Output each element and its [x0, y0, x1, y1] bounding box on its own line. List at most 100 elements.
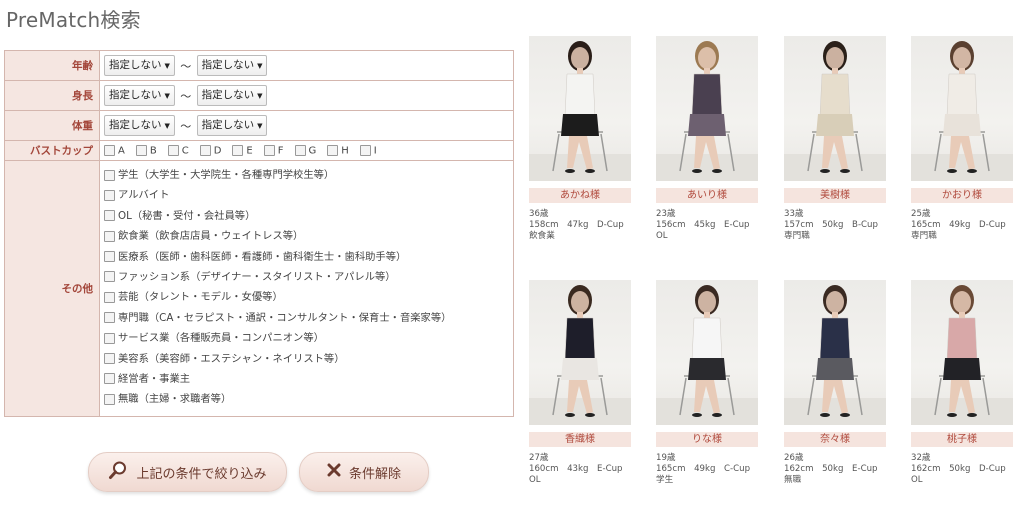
profile-job: 専門職	[911, 231, 937, 241]
profile-name[interactable]: かおり様	[911, 188, 1013, 203]
bust-label: バストカップ	[4, 140, 100, 161]
bust-option[interactable]: E	[232, 144, 253, 156]
checkbox[interactable]	[104, 144, 115, 156]
filter-search-button[interactable]: 上記の条件で絞り込み	[88, 452, 287, 492]
profile-card[interactable]: かおり様 25歳 165cm 49kg D-Cup 専門職	[911, 36, 1013, 242]
checkbox[interactable]	[104, 312, 115, 324]
checkbox[interactable]	[104, 373, 115, 385]
profile-card[interactable]: あかね様 36歳 158cm 47kg D-Cup 飲食業	[529, 36, 631, 242]
profile-info: 23歳 156cm 45kg E-Cup OL	[656, 209, 758, 242]
profile-info: 19歳 165cm 49kg C-Cup 学生	[656, 453, 758, 486]
bust-option[interactable]: C	[167, 144, 189, 157]
profile-photo[interactable]	[784, 280, 886, 425]
profile-card[interactable]: 香織様 27歳 160cm 43kg E-Cup OL	[529, 280, 631, 486]
bust-option[interactable]: I	[359, 144, 377, 156]
occupation-option[interactable]: サービス業（各種販売員・コンパニオン等）	[104, 328, 509, 348]
checkbox[interactable]	[104, 291, 115, 303]
checkbox[interactable]	[135, 144, 147, 156]
checkbox[interactable]	[104, 251, 115, 263]
weight-to-select[interactable]: 指定しない ▼	[196, 115, 268, 136]
profile-stats: 160cm 43kg E-Cup	[529, 464, 623, 474]
occupation-option[interactable]: 専門職（CA・セラピスト・通訳・コンサルタント・保育士・音楽家等）	[104, 308, 509, 328]
bust-option[interactable]: H	[327, 144, 349, 156]
checkbox[interactable]	[263, 144, 275, 156]
profile-name[interactable]: りな様	[656, 432, 758, 447]
checkbox[interactable]	[104, 189, 115, 201]
profile-age: 32歳	[911, 453, 931, 463]
checkbox[interactable]	[104, 332, 115, 344]
profile-age: 26歳	[784, 453, 804, 463]
occupation-option[interactable]: アルバイト	[104, 185, 509, 205]
profile-card[interactable]: 桃子様 32歳 162cm 50kg D-Cup OL	[911, 280, 1013, 486]
profile-info: 26歳 162cm 50kg E-Cup 無職	[784, 453, 886, 486]
profile-name[interactable]: あいり様	[656, 188, 758, 203]
bust-option-label: D	[213, 145, 222, 157]
profile-card[interactable]: りな様 19歳 165cm 49kg C-Cup 学生	[656, 280, 758, 486]
bust-option-label: B	[149, 145, 157, 157]
bust-option[interactable]: B	[135, 144, 157, 157]
checkbox[interactable]	[167, 144, 179, 156]
range-separator: ～	[180, 89, 192, 103]
search-icon	[108, 460, 128, 484]
profile-card[interactable]: 奈々様 26歳 162cm 50kg E-Cup 無職	[784, 280, 886, 486]
occupation-option[interactable]: 経営者・事業主	[104, 369, 509, 389]
profile-photo[interactable]	[529, 280, 631, 425]
chevron-down-icon: ▼	[164, 62, 170, 70]
weight-row: 体重 指定しない ▼ ～ 指定しない ▼	[4, 110, 514, 141]
occupation-option[interactable]: 無職（主婦・求職者等）	[104, 389, 509, 409]
profile-name[interactable]: 奈々様	[784, 432, 886, 447]
occupation-option[interactable]: 芸能（タレント・モデル・女優等）	[104, 287, 509, 307]
profile-photo[interactable]	[911, 36, 1013, 181]
page-title: PreMatch検索	[6, 8, 141, 32]
checkbox[interactable]	[359, 144, 371, 156]
age-from-select[interactable]: 指定しない ▼	[104, 55, 175, 76]
profile-age: 19歳	[656, 453, 676, 463]
age-to-select[interactable]: 指定しない ▼	[196, 55, 268, 76]
profile-name[interactable]: あかね様	[529, 188, 631, 203]
profile-photo[interactable]	[529, 36, 631, 181]
bust-option[interactable]: D	[199, 144, 222, 157]
bust-option[interactable]: G	[294, 144, 316, 156]
checkbox[interactable]	[104, 353, 115, 365]
chevron-down-icon: ▼	[164, 122, 170, 130]
profile-name[interactable]: 桃子様	[911, 432, 1013, 447]
age-label: 年齢	[4, 50, 100, 81]
checkbox[interactable]	[104, 393, 115, 405]
checkbox[interactable]	[199, 144, 211, 156]
checkbox[interactable]	[104, 271, 115, 283]
occupation-option-label: 学生（大学生・大学院生・各種専門学校生等）	[118, 169, 335, 181]
checkbox[interactable]	[294, 144, 306, 156]
checkbox[interactable]	[104, 230, 115, 242]
profile-card[interactable]: 美樹様 33歳 157cm 50kg B-Cup 専門職	[784, 36, 886, 242]
occupation-option[interactable]: 飲食業（飲食店店員・ウェイトレス等）	[104, 226, 509, 246]
height-from-select[interactable]: 指定しない ▼	[104, 85, 175, 106]
profile-name[interactable]: 香織様	[529, 432, 631, 447]
occupation-option[interactable]: 医療系（医師・歯科医師・看護師・歯科衛生士・歯科助手等）	[104, 247, 509, 267]
bust-option[interactable]: F	[263, 144, 284, 156]
occupation-option-label: アルバイト	[118, 189, 170, 202]
profile-photo[interactable]	[911, 280, 1013, 425]
occupation-option[interactable]: OL（秘書・受付・会社員等）	[104, 206, 509, 226]
weight-from-select[interactable]: 指定しない ▼	[104, 115, 175, 136]
checkbox[interactable]	[104, 169, 115, 181]
profile-photo[interactable]	[784, 36, 886, 181]
profile-photo[interactable]	[656, 36, 758, 181]
height-to-select[interactable]: 指定しない ▼	[196, 85, 268, 106]
profile-card[interactable]: あいり様 23歳 156cm 45kg E-Cup OL	[656, 36, 758, 242]
profile-stats: 158cm 47kg D-Cup	[529, 220, 624, 230]
profile-name[interactable]: 美樹様	[784, 188, 886, 203]
bust-option-label: C	[181, 145, 189, 157]
occupation-option[interactable]: ファッション系（デザイナー・スタイリスト・アパレル等）	[104, 267, 509, 287]
checkbox[interactable]	[104, 210, 115, 222]
occupation-option-label: 無職（主婦・求職者等）	[118, 393, 232, 406]
reset-label: 条件解除	[348, 466, 401, 482]
occupation-option[interactable]: 美容系（美容師・エステシャン・ネイリスト等）	[104, 349, 509, 369]
checkbox[interactable]	[327, 144, 339, 156]
occupation-option[interactable]: 学生（大学生・大学院生・各種専門学校生等）	[104, 165, 509, 185]
checkbox[interactable]	[232, 144, 244, 156]
profile-photo[interactable]	[656, 280, 758, 425]
reset-button[interactable]: 条件解除	[299, 452, 429, 492]
profile-stats: 165cm 49kg C-Cup	[656, 464, 751, 474]
bust-option[interactable]: A	[104, 144, 125, 156]
profile-stats: 162cm 50kg E-Cup	[784, 464, 878, 474]
